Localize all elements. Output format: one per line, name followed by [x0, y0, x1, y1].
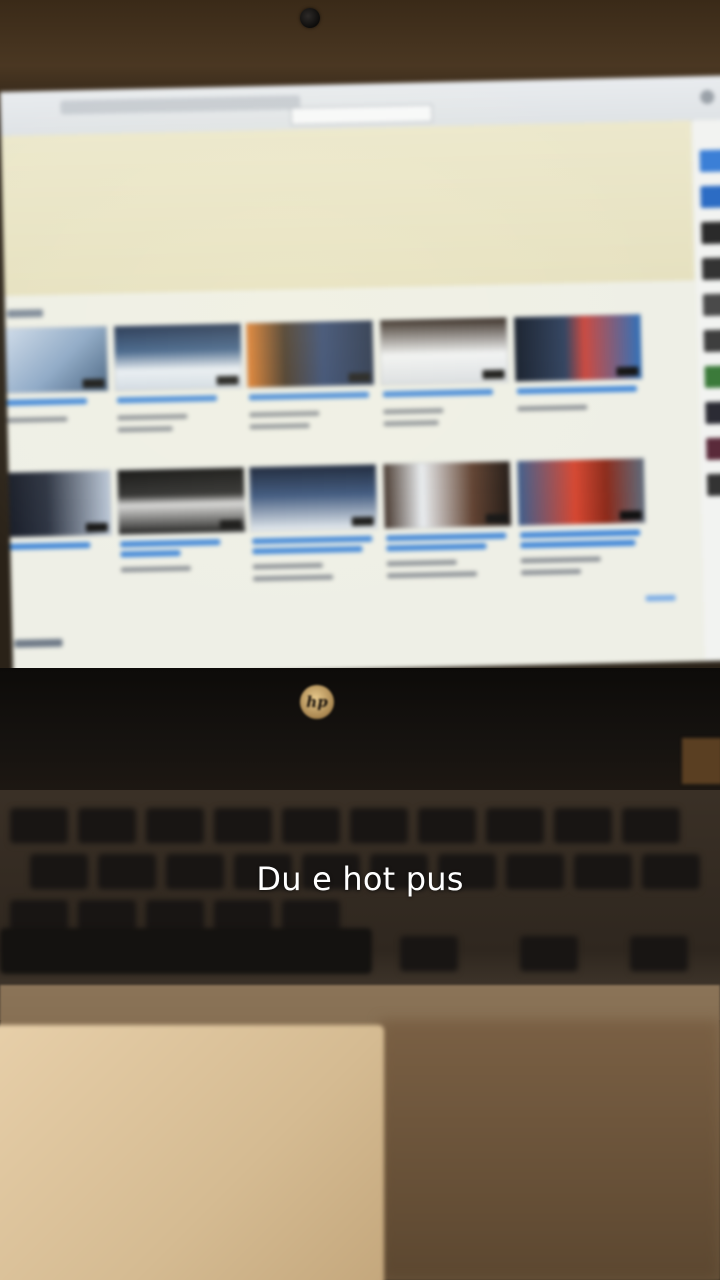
- duration-badge: [616, 366, 639, 377]
- key: [622, 808, 680, 844]
- video-title: [520, 529, 641, 539]
- hp-logo-icon: hp: [300, 685, 334, 719]
- key: [418, 808, 476, 844]
- key: [350, 808, 408, 844]
- video-meta: [387, 571, 478, 579]
- video-title: [0, 542, 91, 551]
- rail-thumbnail: [706, 437, 720, 461]
- browser-address-field: [290, 104, 433, 126]
- video-title: [382, 388, 493, 398]
- rail-thumbnail: [704, 365, 720, 389]
- video-title: [120, 539, 221, 548]
- key: [214, 808, 272, 844]
- key: [554, 808, 612, 844]
- video-thumbnail: [0, 469, 113, 539]
- duration-badge: [619, 510, 642, 521]
- video-meta: [117, 426, 173, 433]
- video-meta: [386, 559, 457, 567]
- video-meta: [249, 410, 320, 418]
- video-meta: [120, 565, 191, 573]
- key: [520, 936, 578, 972]
- gear-icon: [700, 89, 715, 105]
- video-meta: [520, 556, 601, 564]
- video-title: [116, 395, 218, 404]
- rail-thumbnail: [701, 221, 720, 245]
- duration-badge: [219, 519, 242, 530]
- video-meta: [117, 413, 188, 421]
- palm-rest-shadow: [380, 1020, 720, 1280]
- photo-caption: Du e hot pus: [256, 860, 464, 898]
- rail-thumbnail: [706, 473, 720, 497]
- sidebar-rail: [692, 119, 720, 661]
- duration-badge: [482, 369, 505, 380]
- key: [282, 808, 340, 844]
- video-thumbnail: [379, 316, 509, 386]
- video-thumbnail: [513, 313, 643, 383]
- page-banner: [0, 120, 695, 296]
- hp-logo-text: hp: [306, 693, 328, 711]
- photo-scene: hp Du e hot pus: [0, 0, 720, 1280]
- video-thumbnail: [382, 460, 512, 530]
- video-meta: [383, 408, 444, 415]
- video-meta: [517, 404, 588, 412]
- key: [78, 808, 136, 844]
- video-meta: [253, 574, 334, 582]
- duration-badge: [485, 513, 508, 524]
- duration-badge: [85, 522, 109, 533]
- touchpad: [0, 1025, 384, 1280]
- duration-badge: [82, 378, 105, 389]
- video-title: [252, 535, 373, 545]
- section-heading: [6, 309, 44, 318]
- video-meta: [249, 423, 310, 430]
- video-thumbnail: [0, 325, 109, 395]
- browser-tab: [60, 95, 301, 115]
- video-thumbnail: [248, 463, 379, 533]
- rail-thumbnail: [703, 329, 720, 353]
- section-heading: [14, 638, 63, 648]
- video-title: [248, 391, 370, 401]
- duration-badge: [351, 516, 374, 527]
- key: [10, 808, 68, 844]
- spacebar: [0, 928, 372, 974]
- key: [486, 808, 544, 844]
- laptop-screen: [0, 75, 720, 677]
- video-title: [120, 550, 181, 558]
- key: [400, 936, 458, 972]
- video-title: [0, 398, 88, 407]
- video-thumbnail: [245, 319, 375, 389]
- duration-badge: [348, 372, 371, 383]
- laptop-bezel-bottom: [0, 668, 720, 798]
- key: [146, 808, 204, 844]
- rail-thumbnail: [702, 293, 720, 317]
- key: [630, 936, 688, 972]
- video-meta: [252, 562, 323, 570]
- video-thumbnail: [116, 466, 247, 536]
- video-thumbnail: [516, 457, 646, 527]
- rail-thumbnail: [701, 257, 720, 281]
- video-title: [516, 385, 637, 395]
- video-thumbnail: [113, 322, 243, 392]
- video-meta: [520, 568, 582, 576]
- rail-thumbnail: [699, 149, 720, 173]
- video-title: [386, 532, 507, 542]
- video-meta: [0, 416, 68, 424]
- bezel-edge-reflection: [682, 738, 720, 784]
- see-all-link: [645, 594, 676, 602]
- rail-thumbnail: [700, 185, 720, 209]
- video-title: [520, 539, 636, 549]
- rail-thumbnail: [705, 401, 720, 425]
- video-title: [386, 543, 487, 552]
- duration-badge: [216, 375, 239, 386]
- video-title: [252, 545, 363, 555]
- webcam-icon: [300, 8, 320, 28]
- video-meta: [383, 420, 439, 427]
